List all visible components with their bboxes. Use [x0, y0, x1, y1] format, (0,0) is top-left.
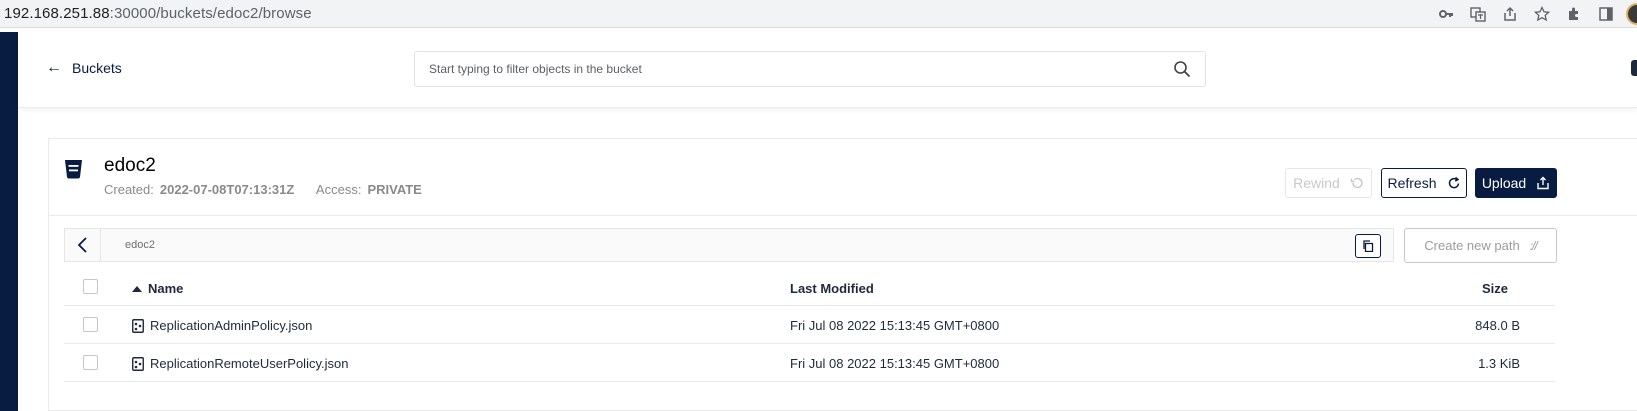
url-host: 192.168.251.88 — [4, 5, 110, 22]
key-icon[interactable] — [1436, 4, 1456, 24]
json-file-icon — [132, 318, 144, 333]
browser-toolbar — [1424, 3, 1637, 25]
refresh-icon — [1448, 176, 1459, 189]
back-to-buckets-link[interactable]: ← Buckets — [46, 59, 122, 77]
access-value: PRIVATE — [367, 182, 422, 197]
profile-avatar[interactable] — [1626, 3, 1637, 25]
last-modified-cell: Fri Jul 08 2022 15:13:45 GMT+0800 — [790, 356, 1000, 371]
translate-icon[interactable] — [1468, 4, 1488, 24]
url-text[interactable]: 192.168.251.88:30000/buckets/edoc2/brows… — [4, 5, 312, 22]
file-name-cell[interactable]: ReplicationAdminPolicy.json — [132, 318, 312, 333]
sidebar — [0, 32, 18, 411]
refresh-button[interactable]: Refresh — [1381, 168, 1467, 198]
name-header-label: Name — [148, 281, 184, 296]
upload-button[interactable]: Upload — [1475, 168, 1557, 198]
file-name: ReplicationRemoteUserPolicy.json — [150, 356, 349, 371]
table-row[interactable]: ReplicationRemoteUserPolicy.json Fri Jul… — [64, 344, 1555, 382]
table-header-row: Name Last Modified Size — [64, 269, 1555, 306]
bucket-header: edoc2 Created: 2022-07-08T07:13:31Z Acces… — [49, 139, 1637, 216]
copy-path-button[interactable] — [1355, 234, 1381, 258]
path-back-button[interactable] — [65, 229, 101, 261]
created-label: Created: — [104, 182, 154, 197]
arrow-left-icon: ← — [46, 59, 62, 76]
search-input[interactable] — [429, 52, 1159, 86]
objects-table: Name Last Modified Size ReplicationAdmin… — [64, 269, 1555, 382]
row-checkbox[interactable] — [83, 355, 98, 370]
table-row[interactable]: ReplicationAdminPolicy.json Fri Jul 08 2… — [64, 306, 1555, 344]
history-icon — [1350, 177, 1363, 189]
name-column-header[interactable]: Name — [132, 281, 183, 296]
size-cell: 1.3 KiB — [1478, 356, 1520, 371]
chevron-left-icon — [77, 237, 87, 253]
url-path: :30000/buckets/edoc2/browse — [109, 5, 312, 22]
side-panel-icon[interactable] — [1596, 4, 1616, 24]
file-name-cell[interactable]: ReplicationRemoteUserPolicy.json — [132, 356, 348, 371]
size-cell: 848.0 B — [1475, 318, 1520, 333]
copy-icon — [1363, 240, 1374, 252]
last-modified-column-header[interactable]: Last Modified — [790, 281, 874, 296]
file-name: ReplicationAdminPolicy.json — [150, 318, 313, 333]
path-breadcrumb-bar: edoc2 — [64, 228, 1394, 262]
bucket-meta: Created: 2022-07-08T07:13:31Z Access: PRIV… — [104, 182, 422, 197]
bucket-icon — [65, 160, 82, 179]
rewind-label: Rewind — [1293, 175, 1340, 191]
browser-address-bar: 192.168.251.88:30000/buckets/edoc2/brows… — [0, 0, 1637, 28]
extensions-icon[interactable] — [1564, 4, 1584, 24]
refresh-label: Refresh — [1387, 175, 1437, 191]
created-value: 2022-07-08T07:13:31Z — [159, 182, 295, 197]
bucket-name: edoc2 — [104, 155, 156, 176]
sort-ascending-icon — [132, 285, 142, 292]
upload-label: Upload — [1481, 175, 1527, 191]
access-label: Access: — [315, 182, 362, 197]
size-column-header[interactable]: Size — [1482, 281, 1508, 296]
row-checkbox[interactable] — [83, 317, 98, 332]
bookmark-star-icon[interactable] — [1532, 4, 1552, 24]
search-icon[interactable] — [1173, 60, 1191, 78]
new-path-icon: :// — [1529, 238, 1538, 253]
upload-icon — [1537, 176, 1549, 190]
json-file-icon — [132, 356, 144, 371]
create-path-label: Create new path — [1424, 238, 1520, 253]
back-link-label: Buckets — [72, 60, 122, 76]
rewind-button[interactable]: Rewind — [1285, 168, 1372, 198]
app-header: ← Buckets — [18, 32, 1637, 108]
user-menu-icon[interactable] — [1631, 60, 1637, 76]
share-icon[interactable] — [1500, 4, 1520, 24]
create-new-path-button[interactable]: Create new path :// — [1404, 228, 1557, 263]
search-box — [414, 51, 1206, 87]
select-all-checkbox[interactable] — [83, 279, 98, 294]
bucket-browser-panel: edoc2 Created: 2022-07-08T07:13:31Z Acces… — [48, 138, 1637, 411]
last-modified-cell: Fri Jul 08 2022 15:13:45 GMT+0800 — [790, 318, 1000, 333]
current-path[interactable]: edoc2 — [125, 239, 155, 251]
